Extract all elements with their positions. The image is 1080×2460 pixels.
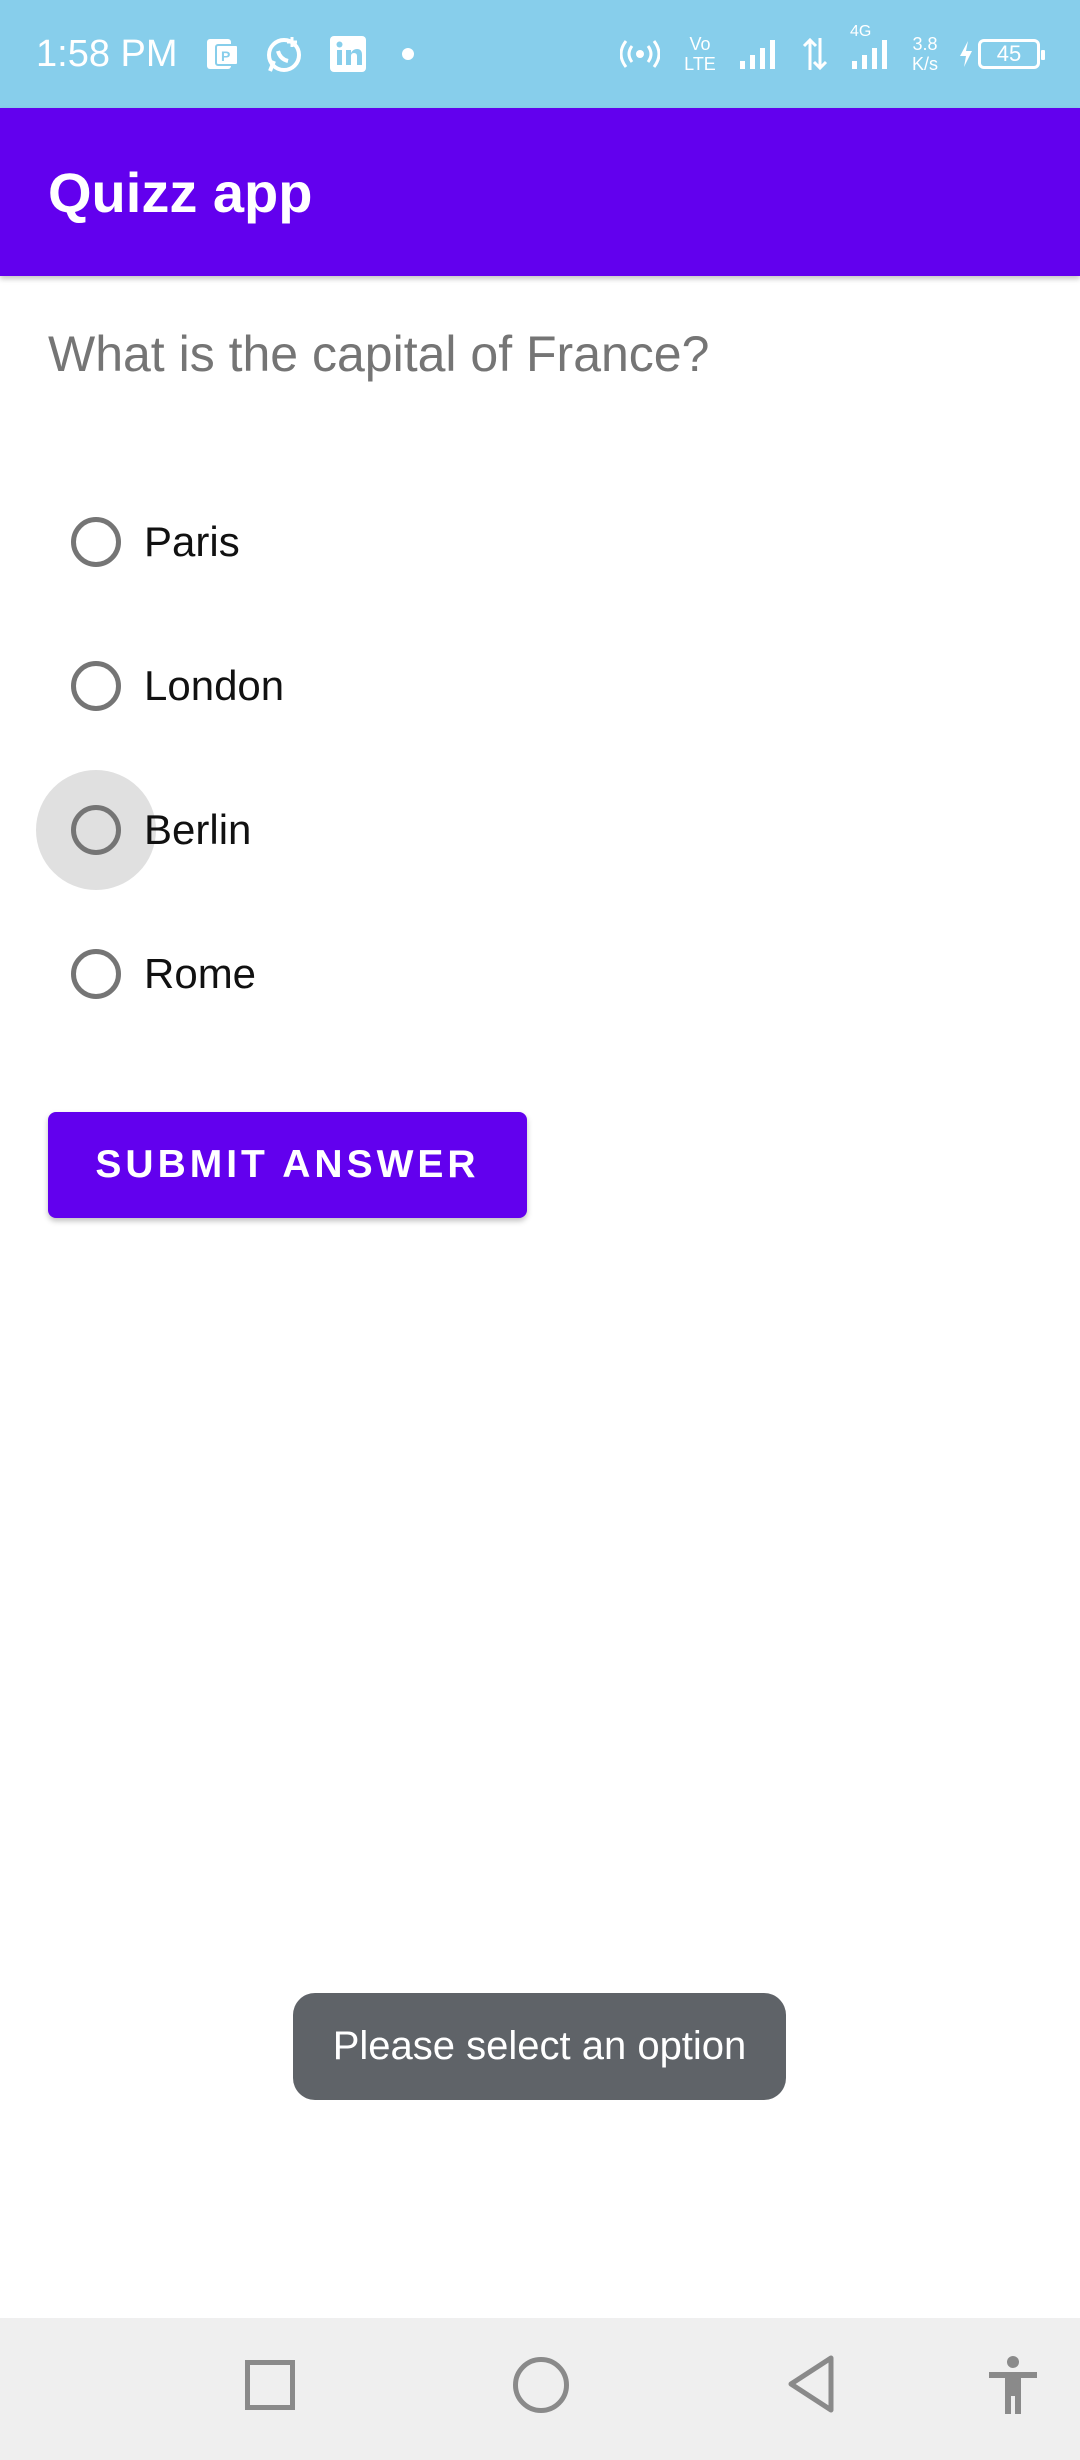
battery-level: 45 — [996, 41, 1022, 66]
submit-answer-button[interactable]: SUBMIT ANSWER — [48, 1112, 527, 1218]
toast-message: Please select an option — [293, 1993, 786, 2100]
option-berlin[interactable]: Berlin — [36, 758, 948, 902]
option-label[interactable]: Berlin — [144, 806, 251, 854]
data-arrows-icon — [802, 36, 828, 72]
net-speed: 3.8 K/s — [912, 34, 938, 74]
battery-icon: 45 — [978, 39, 1045, 69]
radio-circle-icon[interactable] — [71, 661, 121, 711]
radio-button-paris[interactable] — [48, 494, 144, 590]
answer-options: Paris London Berlin Rome — [36, 470, 948, 1046]
radio-circle-icon[interactable] — [71, 949, 121, 999]
radio-button-berlin[interactable] — [36, 770, 156, 890]
hotspot-icon — [619, 37, 660, 71]
charging-icon — [958, 39, 974, 69]
accessibility-icon[interactable] — [985, 2354, 1041, 2416]
radio-circle-icon[interactable] — [71, 805, 121, 855]
question-text: What is the capital of France? — [48, 326, 710, 382]
whatsapp-icon — [264, 33, 306, 75]
back-icon[interactable] — [785, 2354, 837, 2414]
radio-button-rome[interactable] — [48, 926, 144, 1022]
app-title: Quizz app — [48, 160, 313, 224]
radio-circle-icon[interactable] — [71, 517, 121, 567]
svg-text:P: P — [221, 48, 230, 64]
radio-button-london[interactable] — [48, 638, 144, 734]
volte-label: Vo LTE — [684, 34, 716, 74]
signal-4g-icon: 4G — [850, 23, 890, 71]
status-time: 1:58 PM — [36, 32, 178, 75]
app-bar: Quizz app — [0, 108, 1080, 276]
option-label[interactable]: London — [144, 662, 284, 710]
recents-icon[interactable] — [245, 2360, 295, 2410]
status-bar: 1:58 PM P Vo LTE 4G 3.8 K/s 45 — [0, 0, 1080, 108]
net-speed-unit: K/s — [911, 54, 938, 74]
net-speed-value: 3.8 — [912, 34, 938, 54]
pdf-icon: P — [204, 35, 242, 73]
option-london[interactable]: London — [48, 614, 948, 758]
option-rome[interactable]: Rome — [48, 902, 948, 1046]
signal-icon — [738, 37, 780, 71]
option-label[interactable]: Rome — [144, 950, 256, 998]
home-icon[interactable] — [513, 2357, 569, 2413]
status-bar-right: Vo LTE 4G 3.8 K/s 45 — [619, 23, 1045, 74]
status-bar-left: 1:58 PM P — [36, 33, 414, 76]
option-paris[interactable]: Paris — [48, 470, 948, 614]
notification-dot — [401, 48, 414, 60]
option-label[interactable]: Paris — [144, 518, 240, 566]
navigation-bar — [0, 2318, 1080, 2460]
linkedin-icon — [328, 34, 368, 74]
network-type: 4G — [849, 23, 872, 40]
